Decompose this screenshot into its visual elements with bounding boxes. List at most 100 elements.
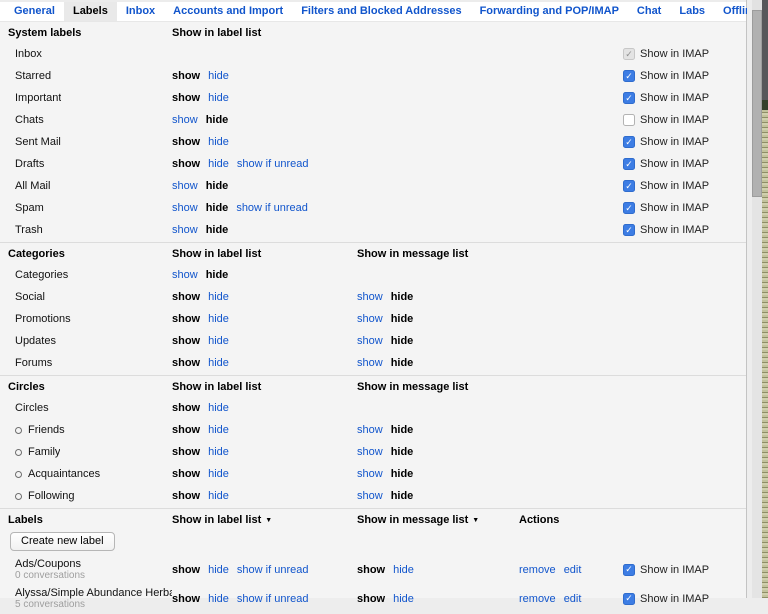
label-list-options: showhide xyxy=(172,180,357,192)
show-link[interactable]: show xyxy=(357,335,383,347)
hide-link[interactable]: hide xyxy=(393,593,414,605)
show-if-unread-link[interactable]: show if unread xyxy=(237,593,309,605)
show-link[interactable]: show xyxy=(172,269,198,281)
hide-link[interactable]: hide xyxy=(208,468,229,480)
tab-inbox[interactable]: Inbox xyxy=(117,2,164,21)
label-row: Circlesshowhide xyxy=(0,397,746,419)
hide-link[interactable]: hide xyxy=(208,92,229,104)
tab-chat[interactable]: Chat xyxy=(628,2,670,21)
imap-checkbox[interactable]: ✓ xyxy=(623,224,635,236)
hide-link[interactable]: hide xyxy=(208,136,229,148)
hide-state: hide xyxy=(206,224,229,236)
show-state: show xyxy=(172,424,200,436)
hide-link[interactable]: hide xyxy=(208,158,229,170)
imap-checkbox[interactable]: ✓ xyxy=(623,180,635,192)
imap-checkbox[interactable]: ✓ xyxy=(623,564,635,576)
show-if-unread-link[interactable]: show if unread xyxy=(237,158,309,170)
message-list-options: showhide xyxy=(357,424,519,436)
label-row: Sent Mailshowhide✓Show in IMAP xyxy=(0,131,746,153)
show-link[interactable]: show xyxy=(357,490,383,502)
tab-forwarding-and-pop-imap[interactable]: Forwarding and POP/IMAP xyxy=(471,2,628,21)
column-header-message-list: Show in message list xyxy=(357,381,519,393)
hide-state: hide xyxy=(391,291,414,303)
label-name-cell: Ads/Coupons0 conversations xyxy=(0,558,172,582)
imap-cell: ✓Show in IMAP xyxy=(623,180,746,192)
label-row: ChatsshowhideShow in IMAP xyxy=(0,109,746,131)
create-new-label-button[interactable]: Create new label xyxy=(10,532,115,551)
tab-general[interactable]: General xyxy=(5,2,64,21)
show-link[interactable]: show xyxy=(357,357,383,369)
scrollbar-track xyxy=(752,197,762,598)
label-name-stack: Updates xyxy=(15,335,56,347)
show-link[interactable]: show xyxy=(357,468,383,480)
hide-link[interactable]: hide xyxy=(208,424,229,436)
hide-link[interactable]: hide xyxy=(393,564,414,576)
show-if-unread-link[interactable]: show if unread xyxy=(236,202,308,214)
show-link[interactable]: show xyxy=(357,313,383,325)
show-link[interactable]: show xyxy=(172,202,198,214)
imap-checkbox[interactable]: ✓ xyxy=(623,593,635,605)
column-header-label-list-text: Show in label list xyxy=(172,514,261,526)
imap-checkbox[interactable]: ✓ xyxy=(623,92,635,104)
label-list-options: showhide xyxy=(172,291,357,303)
show-state: show xyxy=(357,593,385,605)
label-name: Friends xyxy=(28,424,65,436)
show-link[interactable]: show xyxy=(172,180,198,192)
hide-link[interactable]: hide xyxy=(208,70,229,82)
show-link[interactable]: show xyxy=(172,114,198,126)
remove-link[interactable]: remove xyxy=(519,564,556,576)
label-name: Chats xyxy=(15,114,44,126)
hide-link[interactable]: hide xyxy=(208,291,229,303)
label-name-stack: Following xyxy=(28,490,74,502)
label-name-stack: Ads/Coupons0 conversations xyxy=(15,558,85,582)
hide-link[interactable]: hide xyxy=(208,357,229,369)
show-link[interactable]: show xyxy=(357,446,383,458)
imap-checkbox[interactable]: ✓ xyxy=(623,158,635,170)
imap-checkbox[interactable] xyxy=(623,114,635,126)
show-if-unread-link[interactable]: show if unread xyxy=(237,564,309,576)
hide-link[interactable]: hide xyxy=(208,564,229,576)
actions-cell: remove edit xyxy=(519,564,623,576)
imap-checkbox[interactable]: ✓ xyxy=(623,70,635,82)
tab-filters-and-blocked-addresses[interactable]: Filters and Blocked Addresses xyxy=(292,2,470,21)
tab-labels[interactable]: Labels xyxy=(64,2,117,21)
label-list-options: showhide xyxy=(172,136,357,148)
hide-link[interactable]: hide xyxy=(208,593,229,605)
conversation-count: 0 conversations xyxy=(15,570,85,582)
hide-link[interactable]: hide xyxy=(208,313,229,325)
label-list-options: showhide xyxy=(172,468,357,480)
hide-link[interactable]: hide xyxy=(208,446,229,458)
hide-link[interactable]: hide xyxy=(208,335,229,347)
sort-arrow-icon[interactable]: ▼ xyxy=(472,517,479,524)
circle-icon xyxy=(15,493,22,500)
edit-link[interactable]: edit xyxy=(564,564,582,576)
label-list-options: showhide xyxy=(172,490,357,502)
show-link[interactable]: show xyxy=(357,291,383,303)
scrollbar-thumb[interactable] xyxy=(752,10,762,197)
section-title-cell: Circles xyxy=(0,381,172,393)
edit-link[interactable]: edit xyxy=(564,593,582,605)
hide-state: hide xyxy=(391,335,414,347)
hide-link[interactable]: hide xyxy=(208,402,229,414)
column-header-message-list: Show in message list xyxy=(357,248,519,260)
imap-checkbox[interactable]: ✓ xyxy=(623,136,635,148)
label-name-cell: Sent Mail xyxy=(0,136,172,148)
label-name-cell: Circles xyxy=(0,402,172,414)
imap-cell: ✓Show in IMAP xyxy=(623,564,746,576)
circle-icon xyxy=(15,471,22,478)
imap-checkbox[interactable]: ✓ xyxy=(623,202,635,214)
sort-arrow-icon[interactable]: ▼ xyxy=(265,517,272,524)
label-name-stack: Categories xyxy=(15,269,68,281)
hide-link[interactable]: hide xyxy=(208,490,229,502)
tab-accounts-and-import[interactable]: Accounts and Import xyxy=(164,2,292,21)
remove-link[interactable]: remove xyxy=(519,593,556,605)
show-link[interactable]: show xyxy=(172,224,198,236)
label-list-options: showhide xyxy=(172,402,357,414)
label-name-stack: Family xyxy=(28,446,60,458)
label-list-options: showhide xyxy=(172,446,357,458)
show-link[interactable]: show xyxy=(357,424,383,436)
column-header-label-list: Show in label list ▼ xyxy=(172,514,357,526)
tab-labs[interactable]: Labs xyxy=(670,2,714,21)
label-row: Draftsshowhideshow if unread✓Show in IMA… xyxy=(0,153,746,175)
section-title-cell: Categories xyxy=(0,248,172,260)
